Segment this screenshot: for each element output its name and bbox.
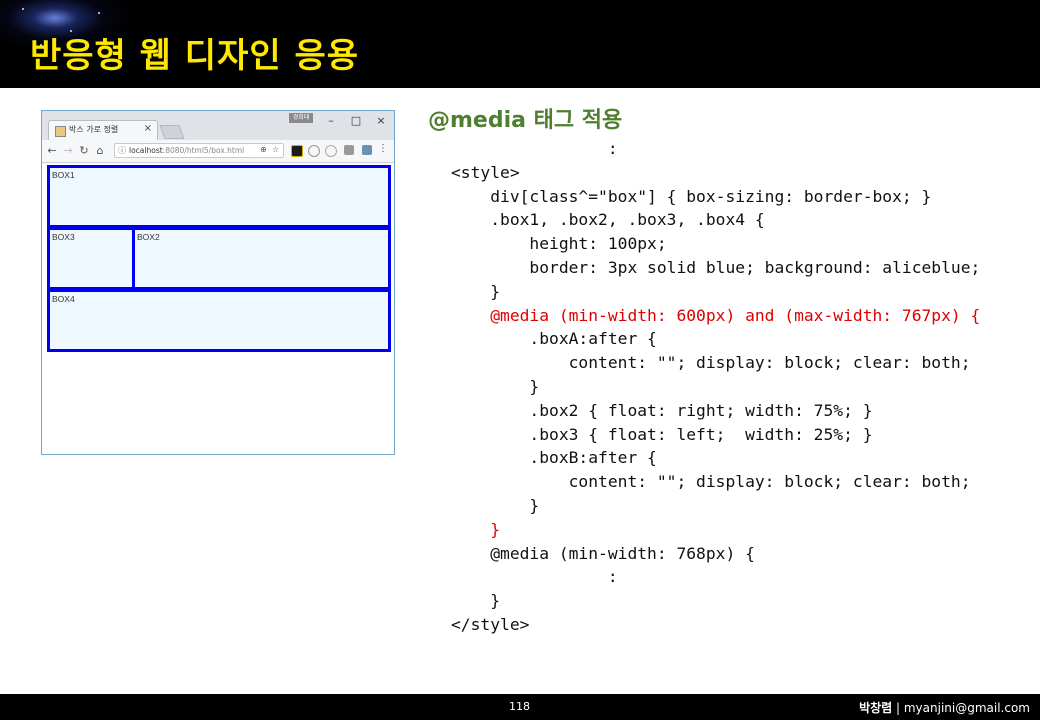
- close-tab-icon[interactable]: ×: [144, 123, 152, 134]
- reload-icon[interactable]: ↻: [78, 144, 90, 157]
- code-line: }: [451, 519, 501, 539]
- box4: BOX4: [47, 289, 391, 352]
- code-line: }: [451, 495, 540, 515]
- code-line: .box2 { float: right; width: 75%; }: [451, 400, 873, 420]
- code-line: </style>: [451, 614, 530, 634]
- code-line: content: ""; display: block; clear: both…: [451, 353, 971, 373]
- browser-toolbar: ← → ↻ ⌂ ⓘ localhost:8080/html5/box.html …: [42, 140, 394, 163]
- author-credit: 박창렴 | myanjini@gmail.com: [859, 699, 1030, 716]
- code-line: .boxB:after {: [451, 448, 657, 468]
- code-line: height: 100px;: [451, 234, 667, 254]
- code-line: border: 3px solid blue; background: alic…: [451, 257, 981, 277]
- code-line: .boxA:after {: [451, 329, 657, 349]
- box2-label: BOX2: [137, 232, 160, 242]
- tab-bar: 박스 가로 정렬 × 경희대 – □ ×: [42, 111, 394, 140]
- code-block: : <style> div[class^="box"] { box-sizing:…: [451, 137, 980, 637]
- window-badge: 경희대: [289, 113, 313, 123]
- close-window-icon[interactable]: ×: [371, 114, 391, 127]
- code-line: <style>: [451, 162, 520, 182]
- menu-icon[interactable]: ⋮: [378, 143, 388, 154]
- code-line: }: [451, 376, 540, 396]
- author-email: myanjini@gmail.com: [903, 701, 1030, 715]
- slide-title: 반응형 웹 디자인 응용: [30, 36, 360, 76]
- title-bar: 반응형 웹 디자인 응용: [0, 0, 1040, 88]
- forward-icon[interactable]: →: [62, 144, 74, 157]
- address-bar[interactable]: ⓘ localhost:8080/html5/box.html ⊕ ☆: [114, 143, 284, 158]
- code-line: @media (min-width: 600px) and (max-width…: [451, 305, 981, 325]
- box3: BOX3: [47, 227, 135, 290]
- code-line: :: [451, 139, 618, 158]
- tab-title: 박스 가로 정렬: [69, 125, 119, 134]
- extension-icon-3[interactable]: [325, 145, 337, 157]
- code-line: }: [451, 281, 501, 301]
- box2: BOX2: [132, 227, 391, 290]
- bookmark-star-icon[interactable]: ☆: [272, 145, 279, 154]
- box4-label: BOX4: [52, 294, 75, 304]
- footer-bar: 118 박창렴 | myanjini@gmail.com: [0, 694, 1040, 720]
- code-line: }: [451, 591, 501, 611]
- extension-icon-1[interactable]: [291, 145, 303, 157]
- extension-icon-4[interactable]: [344, 145, 354, 155]
- page-viewport: BOX1 BOX3 BOX2 BOX4: [42, 163, 394, 454]
- code-line: .box1, .box2, .box3, .box4 {: [451, 210, 765, 230]
- maximize-icon[interactable]: □: [346, 114, 366, 127]
- page-number: 118: [509, 700, 530, 713]
- section-heading: @media 태그 적용: [428, 108, 623, 133]
- browser-window: 박스 가로 정렬 × 경희대 – □ × ← → ↻ ⌂ ⓘ localhost…: [41, 110, 395, 455]
- box3-label: BOX3: [52, 232, 75, 242]
- home-icon[interactable]: ⌂: [94, 144, 106, 157]
- code-line: :: [451, 567, 618, 587]
- code-line: .box3 { float: left; width: 25%; }: [451, 424, 873, 444]
- browser-tab[interactable]: 박스 가로 정렬 ×: [48, 120, 158, 140]
- code-line: @media (min-width: 768px) {: [451, 543, 755, 563]
- code-line: content: ""; display: block; clear: both…: [451, 472, 971, 492]
- zoom-icon[interactable]: ⊕: [260, 145, 267, 154]
- favicon-icon: [55, 126, 66, 137]
- author-name: 박창렴: [859, 701, 893, 715]
- author-separator: |: [892, 701, 904, 715]
- info-icon: ⓘ: [118, 146, 126, 155]
- box1-label: BOX1: [52, 170, 75, 180]
- back-icon[interactable]: ←: [46, 144, 58, 157]
- new-tab-button[interactable]: [159, 125, 185, 139]
- url-text: localhost:8080/html5/box.html: [129, 146, 245, 155]
- extension-icon-5[interactable]: [362, 145, 372, 155]
- minimize-icon[interactable]: –: [321, 114, 341, 127]
- box1: BOX1: [47, 165, 391, 228]
- extension-icon-2[interactable]: [308, 145, 320, 157]
- code-line: div[class^="box"] { box-sizing: border-b…: [451, 186, 932, 206]
